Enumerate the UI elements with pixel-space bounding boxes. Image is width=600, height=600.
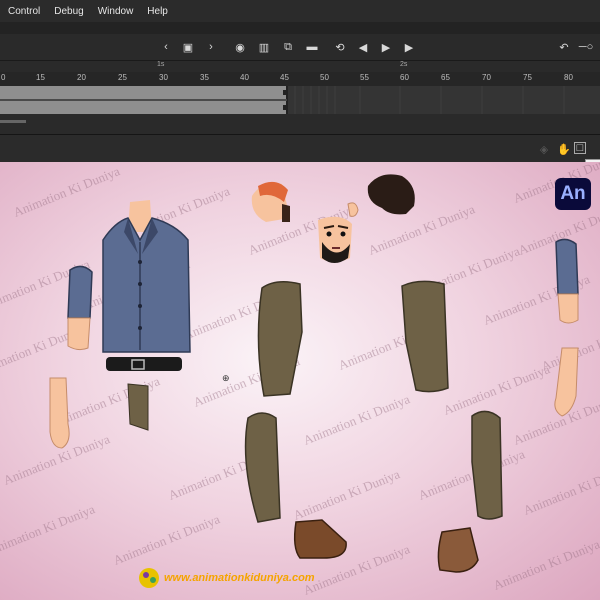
step-forward-icon[interactable]: ▶	[401, 40, 417, 54]
menu-debug[interactable]: Debug	[48, 6, 89, 17]
timeline-panel: ‹ ▣ › ◉ ▥ ⧉ ▬ ⟲ ◀ ▶ ▶ ↶ ─○ 0 15 20 25 30…	[0, 34, 600, 134]
belt[interactable]	[106, 357, 182, 371]
tick-label: 75	[523, 73, 532, 82]
tick-label: 45	[280, 73, 289, 82]
left-hand[interactable]	[49, 377, 70, 449]
frame-cells	[0, 86, 600, 114]
center-frame-icon[interactable]: ▣	[180, 40, 196, 54]
timeline-scrollbar[interactable]	[0, 120, 26, 123]
undo-icon[interactable]: ↶	[556, 40, 572, 54]
stage-toolbar: ◈ ✋ □	[0, 134, 600, 163]
left-shoe[interactable]	[293, 519, 347, 559]
second-marker: 2s	[400, 61, 408, 68]
character-parts	[49, 174, 579, 588]
tick-label: 35	[200, 73, 209, 82]
tick-label: 65	[441, 73, 450, 82]
registration-point: ⊕	[222, 373, 230, 383]
stage-canvas[interactable]: Animation Ki Duniya Animation Ki Duniya …	[0, 162, 600, 600]
panel-divider	[0, 22, 600, 34]
hair-cap[interactable]	[367, 174, 415, 215]
tick-label: 20	[77, 73, 86, 82]
right-shin[interactable]	[471, 410, 503, 520]
snap-icon[interactable]: ◈	[536, 142, 552, 156]
left-thigh[interactable]	[257, 281, 303, 397]
tick-label: 55	[360, 73, 369, 82]
tick-label: 30	[159, 73, 168, 82]
frame-ruler[interactable]: 0 15 20 25 30 35 40 45 50 55 60 65 70 75…	[0, 72, 600, 86]
tick-label: 80	[564, 73, 573, 82]
loop-icon[interactable]: ⟲	[332, 40, 348, 54]
menu-control[interactable]: Control	[2, 6, 46, 17]
edit-multiple-icon[interactable]: ▥	[256, 40, 272, 54]
menu-bar: Control Debug Window Help	[0, 0, 600, 22]
tick-label: 50	[320, 73, 329, 82]
right-hand[interactable]	[554, 347, 579, 417]
left-shin[interactable]	[244, 412, 281, 523]
menu-window[interactable]: Window	[92, 6, 140, 17]
footer-url: www.animationkiduniya.com	[164, 572, 315, 584]
face-piece[interactable]	[318, 216, 352, 263]
timeline-controls: ‹ ▣ › ◉ ▥ ⧉ ▬ ⟲ ◀ ▶ ▶ ↶ ─○	[0, 34, 600, 61]
chevron-right-icon[interactable]: ›	[203, 40, 219, 54]
tick-label: 70	[482, 73, 491, 82]
app-logo-text: An	[560, 183, 586, 204]
clip-icon[interactable]: □	[574, 142, 586, 154]
right-upper-arm[interactable]	[555, 238, 579, 324]
ear-piece[interactable]	[347, 202, 359, 217]
chevron-left-icon[interactable]: ‹	[158, 40, 174, 54]
fill-icon[interactable]: ✋	[556, 142, 572, 156]
mascot-logo-icon	[139, 568, 159, 588]
shirt-torso[interactable]	[102, 200, 191, 353]
second-marker: 1s	[157, 61, 165, 68]
tick-label: 40	[240, 73, 249, 82]
menu-help[interactable]: Help	[141, 6, 174, 17]
loop-range-icon[interactable]: ⧉	[280, 40, 296, 54]
shirt-tail[interactable]	[127, 383, 149, 431]
tick-label: 25	[118, 73, 127, 82]
tick-label: 0	[1, 73, 6, 82]
right-shoe[interactable]	[437, 527, 479, 573]
tick-label: 60	[400, 73, 409, 82]
frame-grid[interactable]	[0, 86, 600, 116]
onion-skin-icon[interactable]: ◉	[232, 40, 248, 54]
right-thigh[interactable]	[401, 280, 449, 393]
tick-label: 15	[36, 73, 45, 82]
frame-view-icon[interactable]: ▬	[304, 40, 320, 54]
step-back-icon[interactable]: ◀	[355, 40, 371, 54]
animate-logo: An	[555, 178, 591, 210]
left-upper-arm[interactable]	[67, 265, 93, 351]
zoom-slider-icon[interactable]: ─○	[578, 40, 594, 54]
play-icon[interactable]: ▶	[378, 40, 394, 54]
hair-left-piece[interactable]	[251, 181, 290, 222]
